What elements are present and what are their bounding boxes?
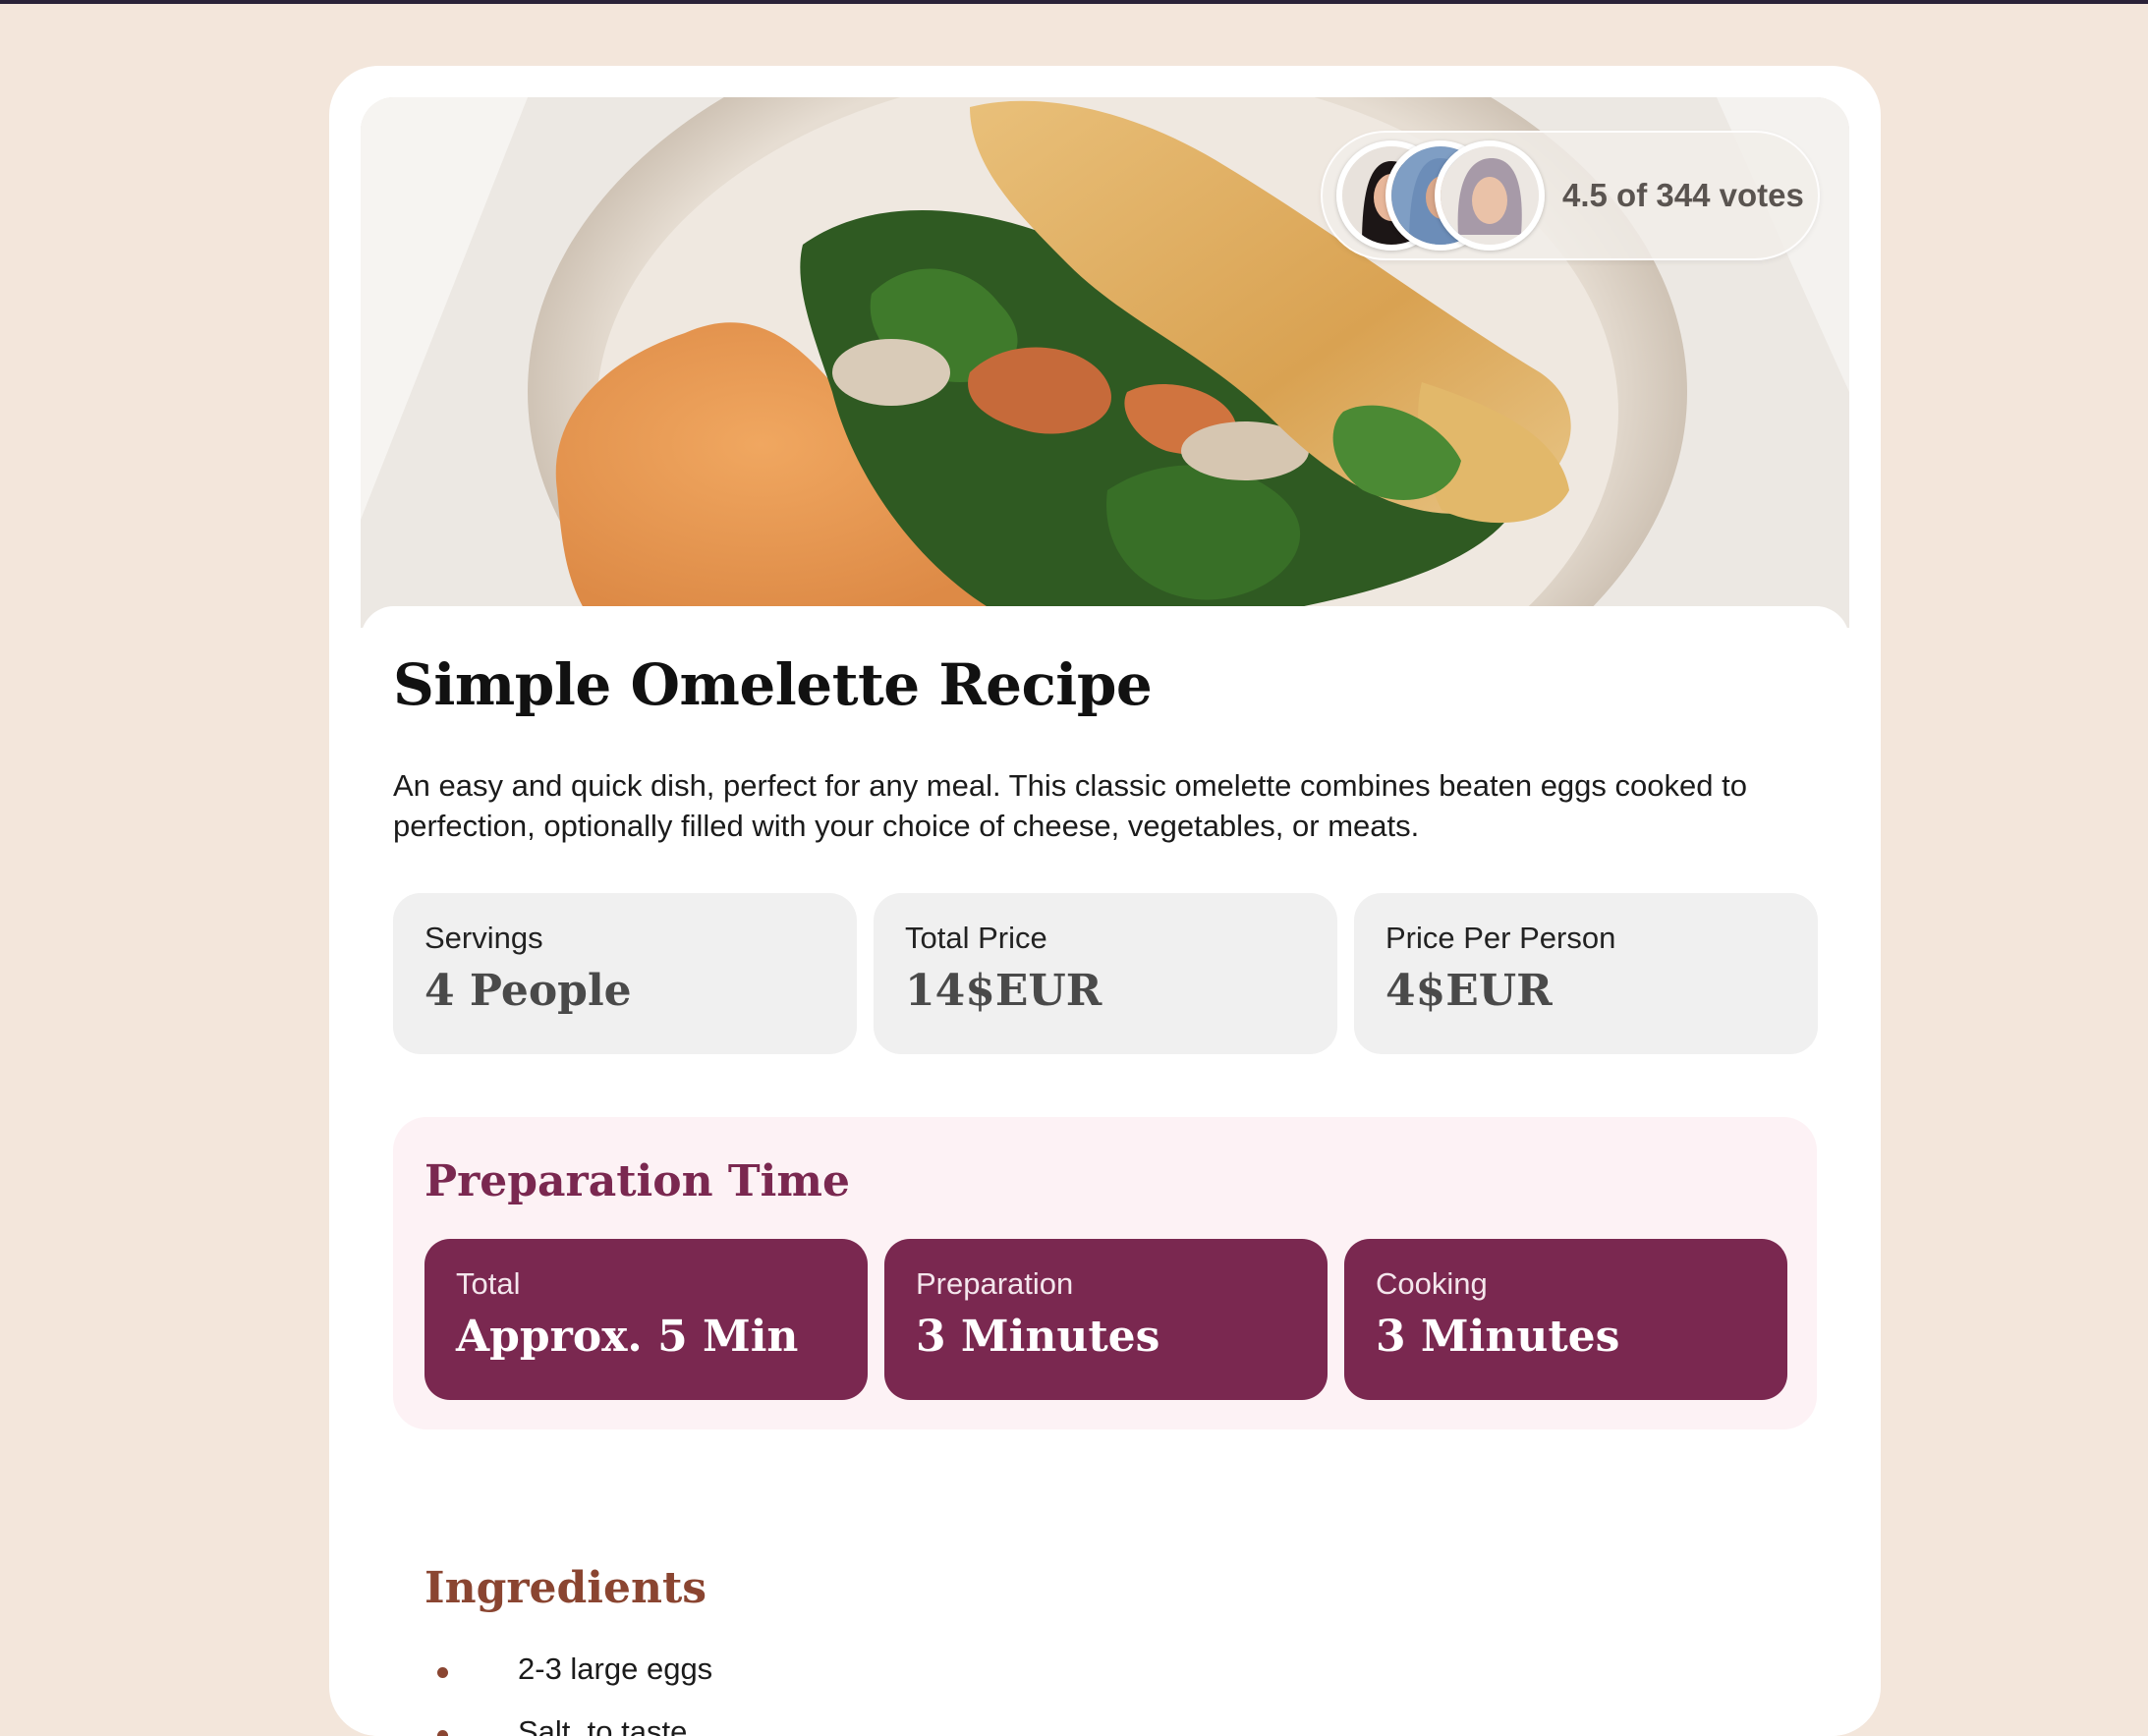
prep-cooking: Cooking 3 Minutes [1344, 1239, 1787, 1400]
rating-text: 4.5 of 344 votes [1562, 177, 1804, 213]
stat-label: Price Per Person [1385, 921, 1616, 955]
prep-value: 3 Minutes [916, 1312, 1160, 1362]
stat-servings: Servings 4 People [393, 893, 857, 1054]
preparation-time-section: Preparation Time Total Approx. 5 Min Pre… [393, 1117, 1817, 1429]
recipe-card: 4.5 of 344 votes Simple Omelette Recipe … [329, 66, 1881, 1736]
recipe-description: An easy and quick dish, perfect for any … [393, 768, 1747, 843]
ingredient-item: Salt, to taste [437, 1714, 712, 1736]
prep-label: Preparation [916, 1266, 1074, 1301]
stat-label: Total Price [905, 921, 1047, 955]
preparation-title: Preparation Time [424, 1156, 850, 1206]
stat-value: 4 People [424, 966, 632, 1016]
recipe-title: Simple Omelette Recipe [393, 651, 1153, 718]
stat-price-per-person: Price Per Person 4$EUR [1354, 893, 1818, 1054]
voter-avatars [1336, 140, 1545, 251]
prep-value: Approx. 5 Min [456, 1312, 799, 1362]
preparation-grid: Total Approx. 5 Min Preparation 3 Minute… [424, 1239, 1787, 1400]
recipe-stats: Servings 4 People Total Price 14$EUR Pri… [393, 893, 1818, 1054]
ingredients-title: Ingredients [424, 1563, 707, 1613]
prep-preparation: Preparation 3 Minutes [884, 1239, 1328, 1400]
rating-badge[interactable]: 4.5 of 344 votes [1321, 131, 1820, 260]
ingredients-list: 2-3 large eggs Salt, to taste [437, 1652, 712, 1736]
avatar [1435, 140, 1545, 251]
stat-value: 4$EUR [1385, 966, 1553, 1016]
top-border [0, 0, 2148, 4]
prep-value: 3 Minutes [1376, 1312, 1620, 1362]
prep-total: Total Approx. 5 Min [424, 1239, 868, 1400]
stat-label: Servings [424, 921, 543, 955]
prep-label: Cooking [1376, 1266, 1488, 1301]
prep-label: Total [456, 1266, 521, 1301]
stat-total-price: Total Price 14$EUR [874, 893, 1337, 1054]
ingredient-item: 2-3 large eggs [437, 1652, 712, 1714]
stat-value: 14$EUR [905, 966, 1102, 1016]
